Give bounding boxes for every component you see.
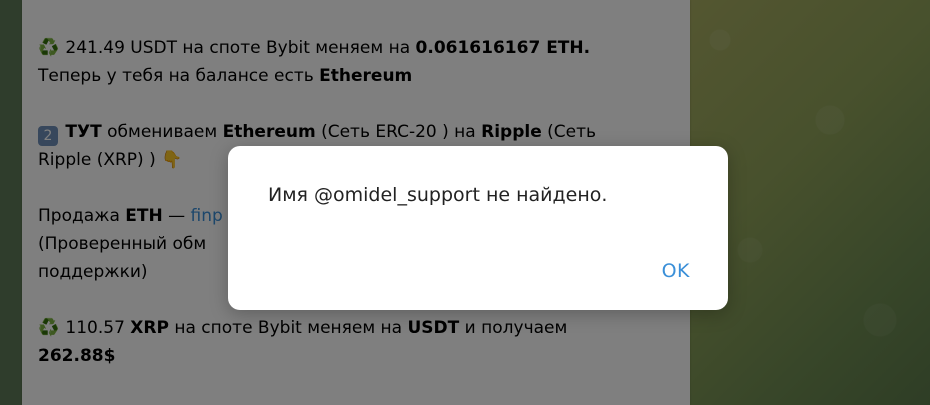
alert-dialog: Имя @omidel_support не найдено. OK <box>228 146 728 310</box>
ok-button[interactable]: OK <box>662 260 690 282</box>
dialog-message: Имя @omidel_support не найдено. <box>268 184 608 206</box>
